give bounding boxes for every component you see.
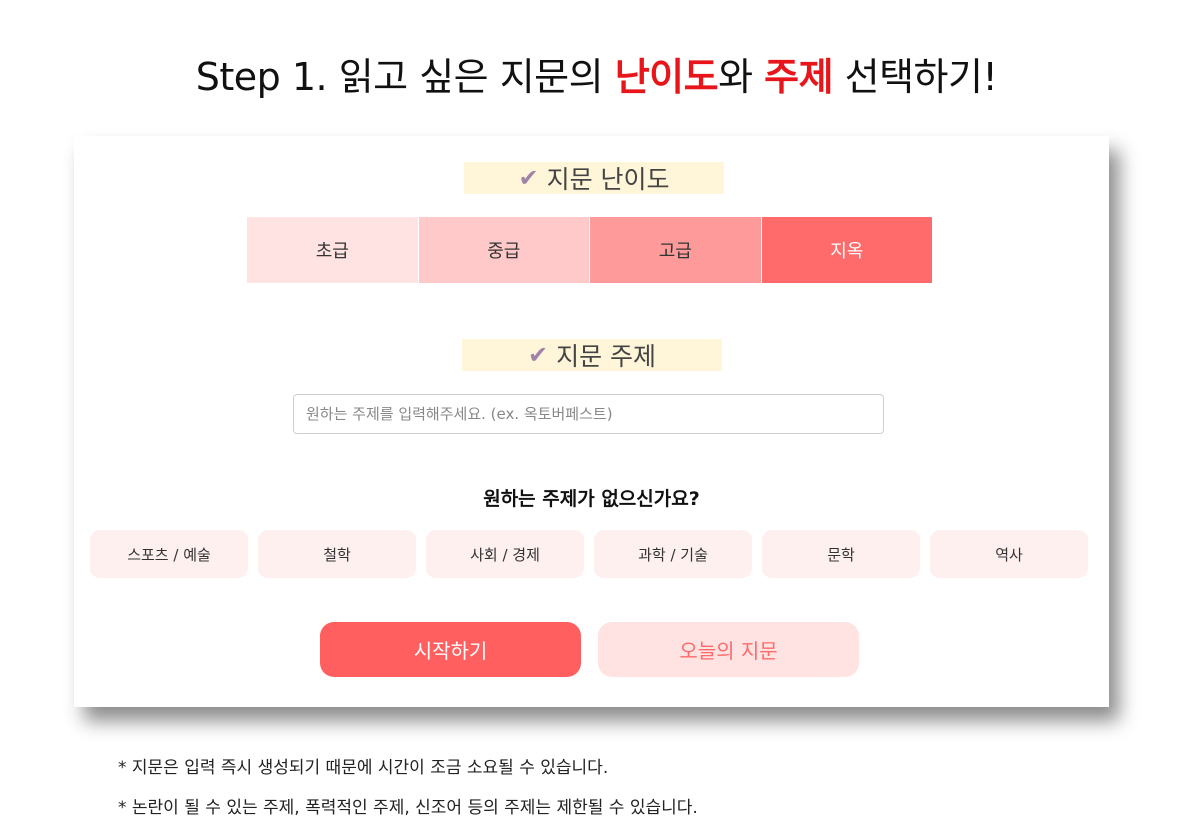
selection-card: ✔ 지문 난이도 초급 중급 고급 지옥 ✔ 지문 주제 원하는 주제가 없으신…	[74, 136, 1109, 707]
page: Step 1. 읽고 싶은 지문의 난이도와 주제 선택하기! ✔ 지문 난이도…	[0, 0, 1193, 838]
chip-philosophy[interactable]: 철학	[258, 530, 416, 578]
heading-suffix: 선택하기!	[833, 55, 998, 99]
difficulty-option-advanced[interactable]: 고급	[590, 217, 761, 283]
page-heading: Step 1. 읽고 싶은 지문의 난이도와 주제 선택하기!	[0, 46, 1193, 101]
note-line: * 논란이 될 수 있는 주제, 폭력적인 주제, 신조어 등의 주제는 제한될…	[118, 798, 698, 818]
heading-highlight-difficulty: 난이도	[614, 55, 719, 99]
heading-highlight-topic: 주제	[764, 55, 834, 99]
difficulty-option-hell[interactable]: 지옥	[761, 217, 932, 283]
check-icon: ✔	[518, 164, 539, 192]
chip-literature[interactable]: 문학	[762, 530, 920, 578]
check-icon: ✔	[527, 341, 549, 369]
difficulty-label-text: 지문 난이도	[546, 165, 670, 194]
difficulty-option-intermediate[interactable]: 중급	[418, 217, 589, 283]
topic-label: ✔ 지문 주제	[462, 339, 722, 371]
topic-input[interactable]	[293, 394, 884, 434]
notes: * 지문은 입력 즉시 생성되기 때문에 시간이 조금 소요될 수 있습니다. …	[118, 748, 698, 828]
difficulty-label: ✔ 지문 난이도	[464, 162, 724, 194]
heading-prefix: Step 1. 읽고 싶은 지문의	[195, 55, 615, 99]
difficulty-selector: 초급 중급 고급 지옥	[247, 217, 932, 283]
difficulty-option-beginner[interactable]: 초급	[247, 217, 418, 283]
todays-passage-button[interactable]: 오늘의 지문	[598, 622, 859, 677]
chip-sports-art[interactable]: 스포츠 / 예술	[90, 530, 248, 578]
topic-suggestion-chips: 스포츠 / 예술 철학 사회 / 경제 과학 / 기술 문학 역사	[90, 530, 1090, 578]
chip-science-tech[interactable]: 과학 / 기술	[594, 530, 752, 578]
chip-history[interactable]: 역사	[930, 530, 1088, 578]
topic-label-text: 지문 주제	[556, 342, 657, 371]
note-line: * 지문은 입력 즉시 생성되기 때문에 시간이 조금 소요될 수 있습니다.	[118, 758, 609, 778]
heading-middle: 와	[718, 55, 765, 99]
start-button[interactable]: 시작하기	[320, 622, 581, 677]
no-topic-question: 원하는 주제가 없으신가요?	[483, 488, 700, 510]
chip-society-economy[interactable]: 사회 / 경제	[426, 530, 584, 578]
